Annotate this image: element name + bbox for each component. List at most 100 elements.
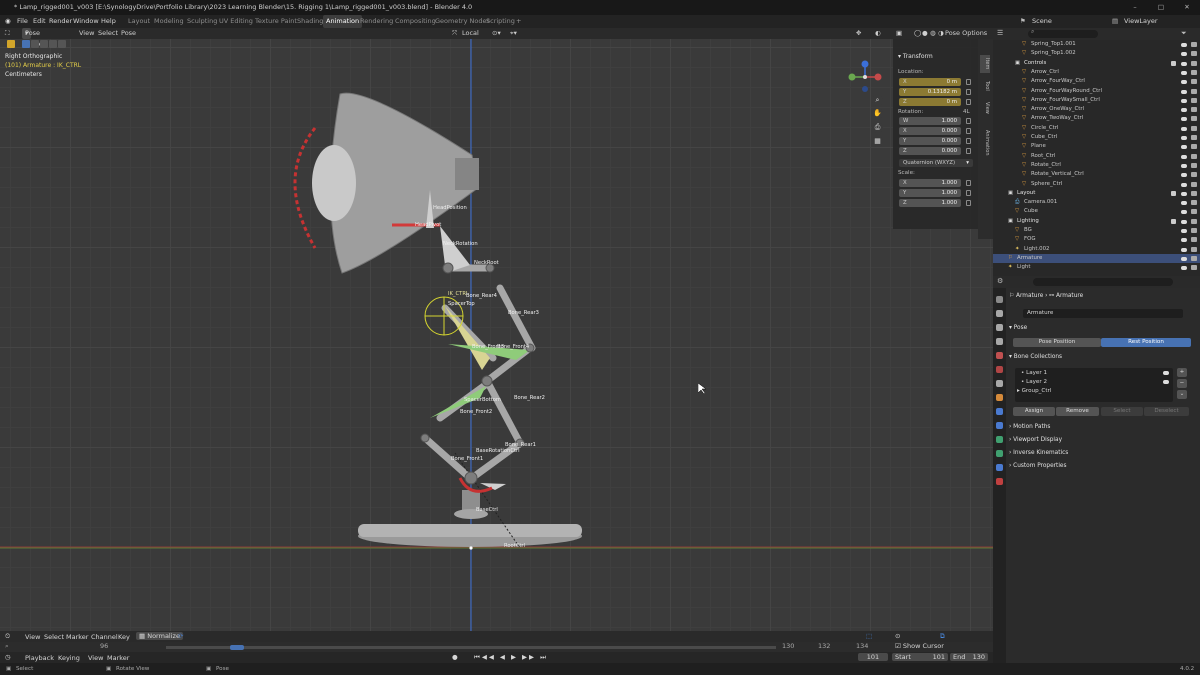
scale-x-field[interactable]: X 1.000 <box>899 179 961 187</box>
outliner-row[interactable]: ▽ BG <box>993 226 1200 235</box>
lock-icon[interactable] <box>966 79 971 85</box>
show-cursor-checkbox[interactable]: ☑ Show Cursor <box>895 642 944 650</box>
output-tab-icon[interactable] <box>996 324 1003 331</box>
motion-paths-panel[interactable]: › Motion Paths <box>1009 424 1189 430</box>
timeline-menu-view[interactable]: View <box>25 633 40 641</box>
visibility-eye-icon[interactable] <box>1181 163 1187 168</box>
filter-selected-icon[interactable]: ⬚ <box>866 632 872 640</box>
camera-view-icon[interactable]: ⎙ <box>872 122 883 133</box>
visibility-eye-icon[interactable] <box>1181 52 1187 57</box>
inverse-kinematics-panel[interactable]: › Inverse Kinematics <box>1009 450 1189 456</box>
visibility-eye-icon[interactable] <box>1181 145 1187 150</box>
outliner-row[interactable]: ▽ Circle_Ctrl <box>993 124 1200 133</box>
outliner-row[interactable]: ▽ Rotate_Vertical_Ctrl <box>993 170 1200 179</box>
visibility-eye-icon[interactable] <box>1181 191 1187 196</box>
timeline-menu-channel[interactable]: Channel <box>91 633 118 641</box>
collection-item-layer2[interactable]: • Layer 2 <box>1021 379 1047 385</box>
outliner-row[interactable]: ▽ Root_Ctrl <box>993 152 1200 161</box>
render-camera-icon[interactable] <box>1191 172 1197 178</box>
pose-position-button[interactable]: Pose Position <box>1013 338 1101 347</box>
tab-layout[interactable]: Layout <box>128 15 150 28</box>
exclude-checkbox[interactable] <box>1171 60 1176 66</box>
3d-viewport[interactable]: ⛶ Pose Mode ▾ View Select Pose ⤧ Local ⊙… <box>0 28 993 631</box>
sidebar-tab-view[interactable]: View <box>980 99 990 117</box>
visibility-eye-icon[interactable] <box>1181 238 1187 243</box>
pan-hand-icon[interactable]: ✋ <box>872 108 883 119</box>
outliner-row[interactable]: ▽ Cube_Ctrl <box>993 133 1200 142</box>
tab-scripting[interactable]: Scripting <box>486 15 515 28</box>
outliner-row[interactable]: ▽ Arrow_OneWay_Ctrl <box>993 105 1200 114</box>
menu-edit[interactable]: Edit <box>33 15 46 28</box>
breadcrumb-data[interactable]: Armature <box>1056 293 1083 299</box>
texture-tab-icon[interactable] <box>996 478 1003 485</box>
lock-icon[interactable] <box>966 128 971 134</box>
scale-y-field[interactable]: Y 1.000 <box>899 189 961 197</box>
render-camera-icon[interactable] <box>1191 200 1197 206</box>
outliner-row[interactable]: ▽ Sphere_Ctrl <box>993 180 1200 189</box>
lock-icon[interactable] <box>966 89 971 95</box>
visibility-eye-icon[interactable] <box>1181 154 1187 159</box>
properties-search-input[interactable] <box>1033 278 1173 286</box>
end-frame-field[interactable]: End 130 <box>950 653 988 661</box>
render-camera-icon[interactable] <box>1191 88 1197 94</box>
visibility-eye-icon[interactable] <box>1181 126 1187 131</box>
blender-logo-icon[interactable]: ◉ <box>5 15 11 28</box>
rest-position-button[interactable]: Rest Position <box>1101 338 1191 347</box>
tool-tab-icon[interactable] <box>996 296 1003 303</box>
outliner-row[interactable]: ▽ Rotate_Ctrl <box>993 161 1200 170</box>
physics-tab-icon[interactable] <box>996 422 1003 429</box>
render-camera-icon[interactable] <box>1191 181 1197 187</box>
rotation-w-field[interactable]: W 1.000 <box>899 117 961 125</box>
location-y-field[interactable]: Y 0.13182 m <box>899 88 961 96</box>
outliner-row[interactable]: ⚐ Armature <box>993 253 1200 264</box>
visibility-eye-icon[interactable] <box>1163 371 1169 375</box>
collection-menu-button[interactable]: ⌄ <box>1177 390 1187 399</box>
bone-tab-icon[interactable] <box>996 450 1003 457</box>
tab-modeling[interactable]: Modeling <box>154 15 184 28</box>
render-camera-icon[interactable] <box>1191 144 1197 150</box>
render-tab-icon[interactable] <box>996 310 1003 317</box>
lock-icon[interactable] <box>966 180 971 186</box>
lock-icon[interactable] <box>966 190 971 196</box>
lock-icon[interactable] <box>966 118 971 124</box>
visibility-eye-icon[interactable] <box>1181 136 1187 140</box>
outliner-row[interactable]: ▽ Arrow_Ctrl <box>993 68 1200 77</box>
render-camera-icon[interactable] <box>1191 228 1197 233</box>
bone-collections-header[interactable]: ▾ Bone Collections <box>1009 354 1189 360</box>
outliner-row[interactable]: ⎙ Camera.001 <box>993 198 1200 207</box>
timeline-menu-select[interactable]: Select <box>44 633 64 641</box>
outliner-row[interactable]: ▽ Spring_Top1.001 <box>993 40 1200 49</box>
outliner-row[interactable]: ▣ Layout <box>993 189 1200 198</box>
visibility-eye-icon[interactable] <box>1181 80 1187 85</box>
outliner-row[interactable]: ✦ Light <box>993 263 1200 272</box>
navigation-gizmo[interactable] <box>848 60 882 94</box>
scale-z-field[interactable]: Z 1.000 <box>899 199 961 207</box>
visibility-eye-icon[interactable] <box>1181 210 1187 215</box>
visibility-eye-icon[interactable] <box>1181 61 1187 66</box>
outliner-row[interactable]: ✦ Light.002 <box>993 245 1200 254</box>
modifiers-tab-icon[interactable] <box>996 408 1003 415</box>
lock-icon[interactable] <box>966 99 971 105</box>
rotation-x-field[interactable]: X 0.000 <box>899 127 961 135</box>
menu-window[interactable]: Window <box>73 15 99 28</box>
zoom-icon[interactable]: ⌕ <box>5 642 9 651</box>
render-camera-icon[interactable] <box>1191 190 1197 196</box>
render-camera-icon[interactable] <box>1191 265 1197 271</box>
proportional-edit-icon[interactable]: ⊙ <box>895 632 900 640</box>
render-camera-icon[interactable] <box>1191 51 1197 57</box>
render-camera-icon[interactable] <box>1191 162 1197 168</box>
visibility-eye-icon[interactable] <box>1163 380 1169 384</box>
visibility-eye-icon[interactable] <box>1181 247 1187 252</box>
close-icon[interactable]: ✕ <box>1174 0 1200 15</box>
visibility-eye-icon[interactable] <box>1181 108 1187 113</box>
render-camera-icon[interactable] <box>1191 97 1197 103</box>
assign-button[interactable]: Assign <box>1013 407 1055 416</box>
exclude-checkbox[interactable] <box>1171 218 1176 224</box>
rotation-z-field[interactable]: Z 0.000 <box>899 147 961 155</box>
breadcrumb-object[interactable]: Armature <box>1016 293 1043 299</box>
add-workspace-icon[interactable]: + <box>516 15 521 28</box>
visibility-eye-icon[interactable] <box>1181 201 1187 206</box>
visibility-eye-icon[interactable] <box>1181 266 1187 271</box>
render-camera-icon[interactable] <box>1191 69 1197 75</box>
sync-icon[interactable]: ⟳ <box>178 632 183 640</box>
